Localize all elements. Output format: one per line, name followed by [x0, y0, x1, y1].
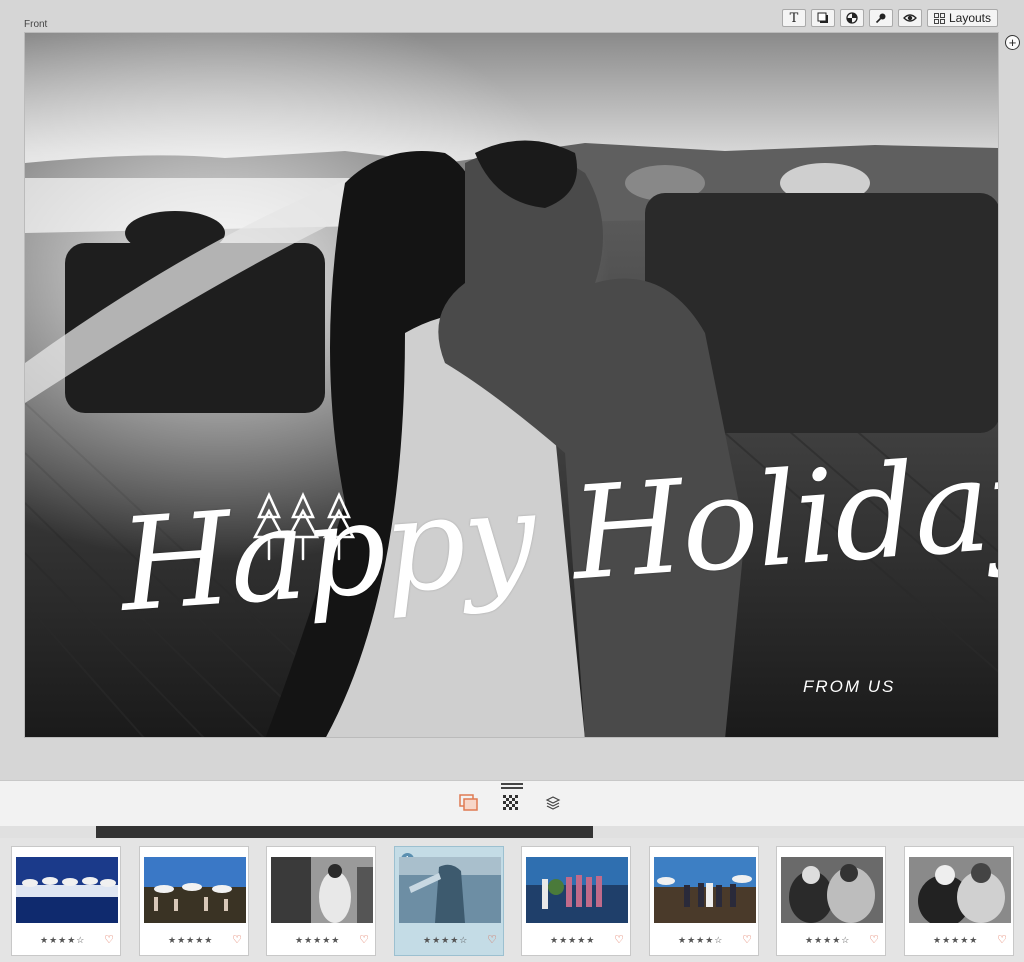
thumbnail-4-selected[interactable]: 1 ★★★★☆ ♡	[394, 846, 504, 956]
canvas-label: Front	[24, 19, 48, 30]
thumbnail-image	[909, 857, 1011, 923]
color-adjust-icon	[846, 12, 858, 24]
star-rating[interactable]: ★★★★☆	[805, 935, 850, 946]
heart-icon[interactable]: ♡	[104, 933, 114, 946]
thumbnail-6[interactable]: ★★★★☆ ♡	[649, 846, 759, 956]
heart-icon[interactable]: ♡	[869, 933, 879, 946]
thumbnail-image	[399, 857, 501, 923]
brush-icon	[875, 13, 886, 24]
thumbnail-7[interactable]: ★★★★☆ ♡	[776, 846, 886, 956]
thumbnail-5[interactable]: ★★★★★ ♡	[521, 846, 631, 956]
thumbnail-image	[144, 857, 246, 923]
thumbnail-image	[271, 857, 373, 923]
scrollbar-thumb[interactable]	[96, 826, 593, 838]
pattern-icon	[503, 795, 518, 810]
heart-icon[interactable]: ♡	[614, 933, 624, 946]
thumbnail-2[interactable]: ★★★★★ ♡	[139, 846, 249, 956]
brush-button[interactable]	[868, 9, 893, 27]
bottom-toolbar	[0, 780, 1024, 826]
pattern-tab[interactable]	[501, 793, 521, 813]
layers-tab[interactable]	[543, 793, 563, 813]
layouts-button[interactable]: Layouts	[926, 9, 998, 27]
layers-icon	[545, 796, 561, 810]
thumbnail-1[interactable]: ★★★★☆ ♡	[11, 846, 121, 956]
text-tool-button[interactable]: T	[781, 9, 806, 27]
thumbnail-image	[654, 857, 756, 923]
thumbnail-image	[781, 857, 883, 923]
text-tool-icon: T	[789, 10, 799, 26]
wedding-photo	[25, 33, 998, 737]
star-rating[interactable]: ★★★★☆	[40, 935, 85, 946]
filmstrip-scrollbar[interactable]	[0, 826, 1024, 838]
heart-icon[interactable]: ♡	[742, 933, 752, 946]
star-rating[interactable]: ★★★★☆	[423, 935, 468, 946]
canvas-toolbar: T Layouts	[781, 9, 998, 27]
star-rating[interactable]: ★★★★★	[550, 935, 595, 946]
shadow-button[interactable]	[810, 9, 835, 27]
photo-filmstrip: ★★★★☆ ♡ ★★★★★ ♡ ★★★★★ ♡ 1 ★★★★☆ ♡ ★★★★★ …	[0, 838, 1024, 962]
add-page-button[interactable]: +	[1005, 35, 1020, 50]
thumbnail-image	[526, 857, 628, 923]
preview-button[interactable]	[897, 9, 922, 27]
layouts-grid-icon	[933, 12, 945, 24]
eye-icon	[903, 14, 917, 22]
card-canvas[interactable]: Happy Holidays FROM US	[24, 32, 999, 738]
star-rating[interactable]: ★★★★★	[168, 935, 213, 946]
color-adjust-button[interactable]	[839, 9, 864, 27]
star-rating[interactable]: ★★★★★	[295, 935, 340, 946]
thumbnail-image	[16, 857, 118, 923]
layouts-label: Layouts	[948, 11, 991, 25]
thumbnail-8[interactable]: ★★★★★ ♡	[904, 846, 1014, 956]
heart-icon[interactable]: ♡	[359, 933, 369, 946]
heart-icon[interactable]: ♡	[487, 933, 497, 946]
shadow-icon	[817, 12, 828, 23]
heart-icon[interactable]: ♡	[232, 933, 242, 946]
star-rating[interactable]: ★★★★★	[933, 935, 978, 946]
photos-icon	[459, 794, 478, 811]
star-rating[interactable]: ★★★★☆	[678, 935, 723, 946]
thumbnail-3[interactable]: ★★★★★ ♡	[266, 846, 376, 956]
resize-grip[interactable]	[501, 783, 523, 789]
plus-icon: +	[1008, 35, 1017, 50]
photos-tab[interactable]	[459, 793, 479, 813]
heart-icon[interactable]: ♡	[997, 933, 1007, 946]
